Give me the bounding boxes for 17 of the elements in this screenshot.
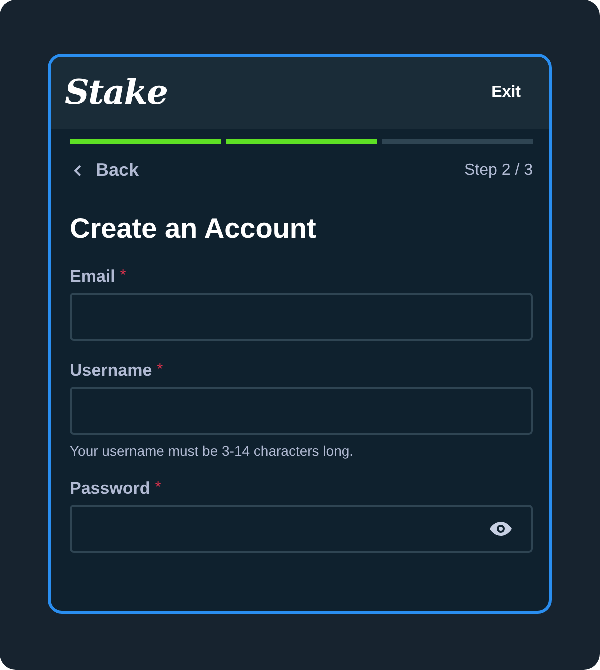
field-hint: Your username must be 3-14 characters long. bbox=[70, 443, 355, 459]
required-mark: * bbox=[155, 479, 162, 498]
required-mark: * bbox=[120, 267, 126, 286]
input-field[interactable] bbox=[70, 505, 533, 553]
exit-button[interactable]: Exit bbox=[488, 80, 525, 106]
input-field[interactable] bbox=[70, 293, 533, 341]
step-indicator: Step 2 / 3 bbox=[464, 162, 533, 180]
input-field[interactable] bbox=[70, 387, 533, 435]
field-label: Email bbox=[70, 267, 116, 287]
field-label: Username bbox=[70, 361, 152, 381]
field-label: Password bbox=[70, 479, 150, 499]
chevron-left-icon bbox=[74, 164, 82, 176]
logo: Stake bbox=[65, 73, 168, 113]
back-button[interactable]: Back bbox=[70, 160, 140, 181]
required-mark: * bbox=[157, 361, 164, 380]
page-title: Create an Account bbox=[70, 213, 318, 245]
eye-icon[interactable] bbox=[489, 521, 513, 537]
